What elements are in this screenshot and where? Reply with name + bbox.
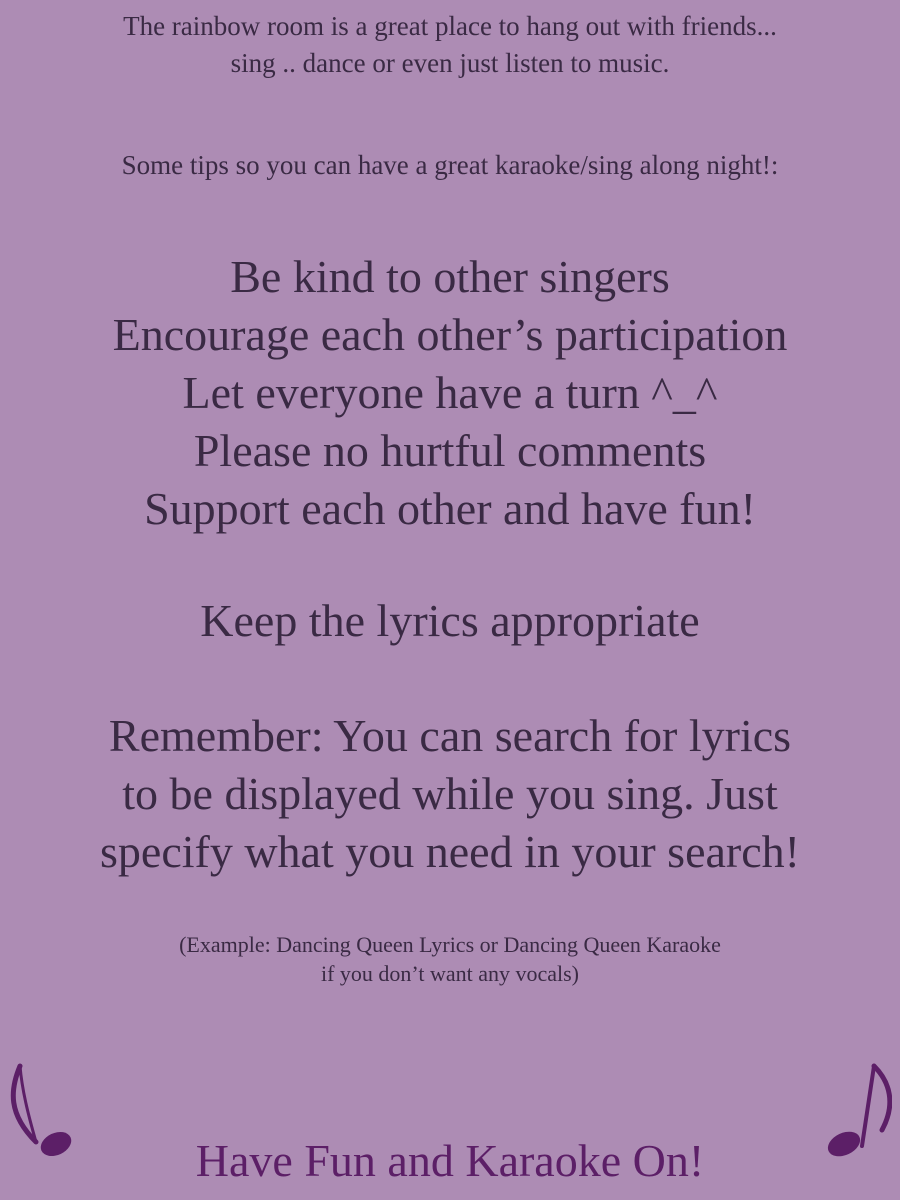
tips-heading: Some tips so you can have a great karaok… [121, 150, 779, 180]
example-line-1: (Example: Dancing Queen Lyrics or Dancin… [179, 932, 721, 957]
reminder-line-3: specify what you need in your search! [100, 826, 800, 877]
reminder-line-1: Remember: You can search for lyrics [108, 710, 792, 761]
rule-item: Let everyone have a turn ^_^ [182, 367, 718, 418]
example-text: (Example: Dancing Queen Lyrics or Dancin… [0, 930, 900, 988]
rule-item: Support each other and have fun! [144, 483, 756, 534]
rules-list: Be kind to other singers Encourage each … [0, 248, 900, 538]
rule-item: Encourage each other’s participation [112, 309, 788, 360]
reminder-text: Remember: You can search for lyrics to b… [0, 707, 900, 881]
reminder-line-2: to be displayed while you sing. Just [122, 768, 778, 819]
lyrics-rule: Keep the lyrics appropriate [200, 595, 700, 646]
intro-text: The rainbow room is a great place to han… [0, 8, 900, 82]
rule-item: Please no hurtful comments [193, 425, 707, 476]
closing-title: Have Fun and Karaoke On! [195, 1135, 705, 1186]
intro-line-1: The rainbow room is a great place to han… [123, 11, 777, 41]
rule-item: Be kind to other singers [230, 251, 670, 302]
example-line-2: if you don’t want any vocals) [320, 961, 580, 986]
intro-line-2: sing .. dance or even just listen to mus… [230, 48, 670, 78]
